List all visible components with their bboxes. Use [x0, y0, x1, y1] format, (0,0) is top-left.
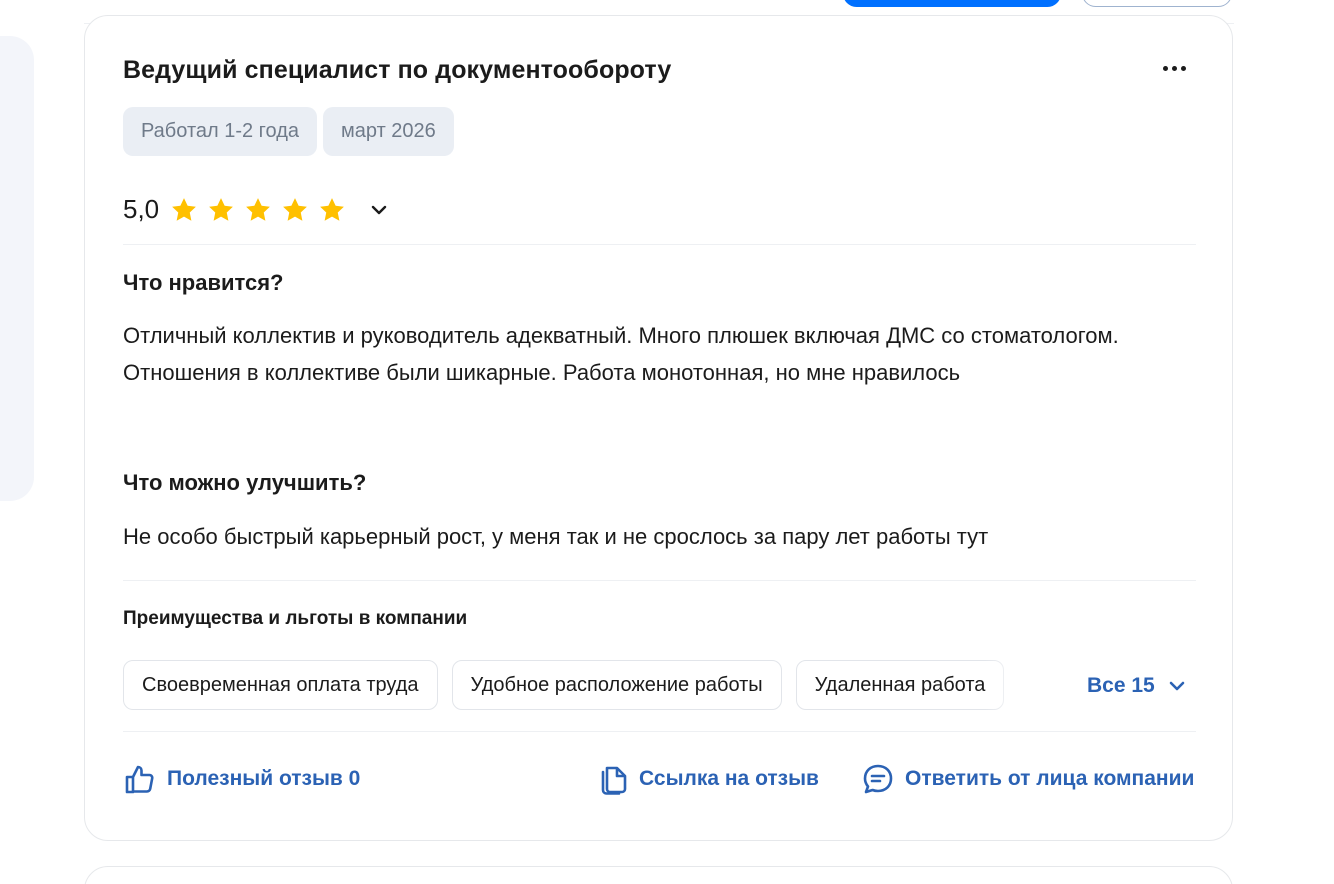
more-dots-icon	[1171, 65, 1177, 71]
review-card: Ведущий специалист по документообороту Р…	[84, 15, 1233, 841]
tag-work-duration: Работал 1-2 года	[123, 107, 318, 156]
benefits-fade	[985, 660, 1045, 712]
review-title: Ведущий специалист по документообороту	[123, 56, 672, 84]
divider	[123, 244, 1196, 245]
rating-expand-button[interactable]	[367, 198, 391, 222]
chevron-down-icon	[371, 205, 387, 214]
helpful-review-label: Полезный отзыв 0	[167, 767, 361, 790]
star-icon	[283, 197, 308, 221]
benefit-chip: Удаленная работа	[795, 660, 1005, 710]
left-sidebar-panel	[0, 36, 34, 501]
reply-as-company-button[interactable]: Ответить от лица компании	[861, 762, 1194, 796]
header-primary-button[interactable]	[843, 0, 1061, 7]
copy-link-icon	[601, 766, 627, 795]
chevron-down-icon	[1169, 681, 1185, 691]
reply-as-company-label: Ответить от лица компании	[905, 767, 1195, 790]
benefit-chip: Удобное расположение работы	[451, 660, 782, 710]
review-link-button[interactable]: Ссылка на отзыв	[597, 762, 819, 796]
header-secondary-button[interactable]	[1082, 0, 1232, 7]
rating-value: 5,0	[123, 194, 160, 224]
helpful-review-button[interactable]: Полезный отзыв 0	[123, 762, 360, 796]
all-benefits-label: Все 15	[1087, 674, 1155, 697]
more-options-button[interactable]	[1155, 56, 1193, 80]
star-rating	[169, 195, 347, 225]
next-review-card	[84, 866, 1233, 884]
benefits-heading: Преимущества и льготы в компании	[123, 608, 468, 629]
rating: 5,0	[123, 194, 391, 225]
review-tags: Работал 1-2 года март 2026	[123, 107, 454, 156]
likes-text: Отличный коллектив и руководитель адеква…	[123, 323, 1119, 385]
chat-bubble-icon	[863, 764, 893, 794]
star-icon	[172, 197, 197, 221]
star-icon	[246, 197, 271, 221]
improve-heading: Что можно улучшить?	[123, 470, 367, 495]
star-icon	[320, 197, 345, 221]
divider	[123, 580, 1196, 581]
more-dots-icon	[1180, 65, 1186, 71]
review-link-label: Ссылка на отзыв	[639, 767, 819, 790]
divider	[123, 731, 1196, 732]
page: Ведущий специалист по документообороту Р…	[0, 0, 1334, 884]
likes-heading: Что нравится?	[123, 270, 284, 295]
more-dots-icon	[1162, 65, 1168, 71]
thumb-up-icon	[125, 765, 154, 794]
all-benefits-button[interactable]: Все 15	[1087, 674, 1187, 698]
benefit-chip: Своевременная оплата труда	[123, 660, 438, 710]
tag-review-date: март 2026	[323, 107, 454, 156]
benefits-list: Своевременная оплата труда Удобное распо…	[123, 660, 1029, 710]
star-icon	[209, 197, 234, 221]
improve-text: Не особо быстрый карьерный рост, у меня …	[123, 524, 989, 549]
